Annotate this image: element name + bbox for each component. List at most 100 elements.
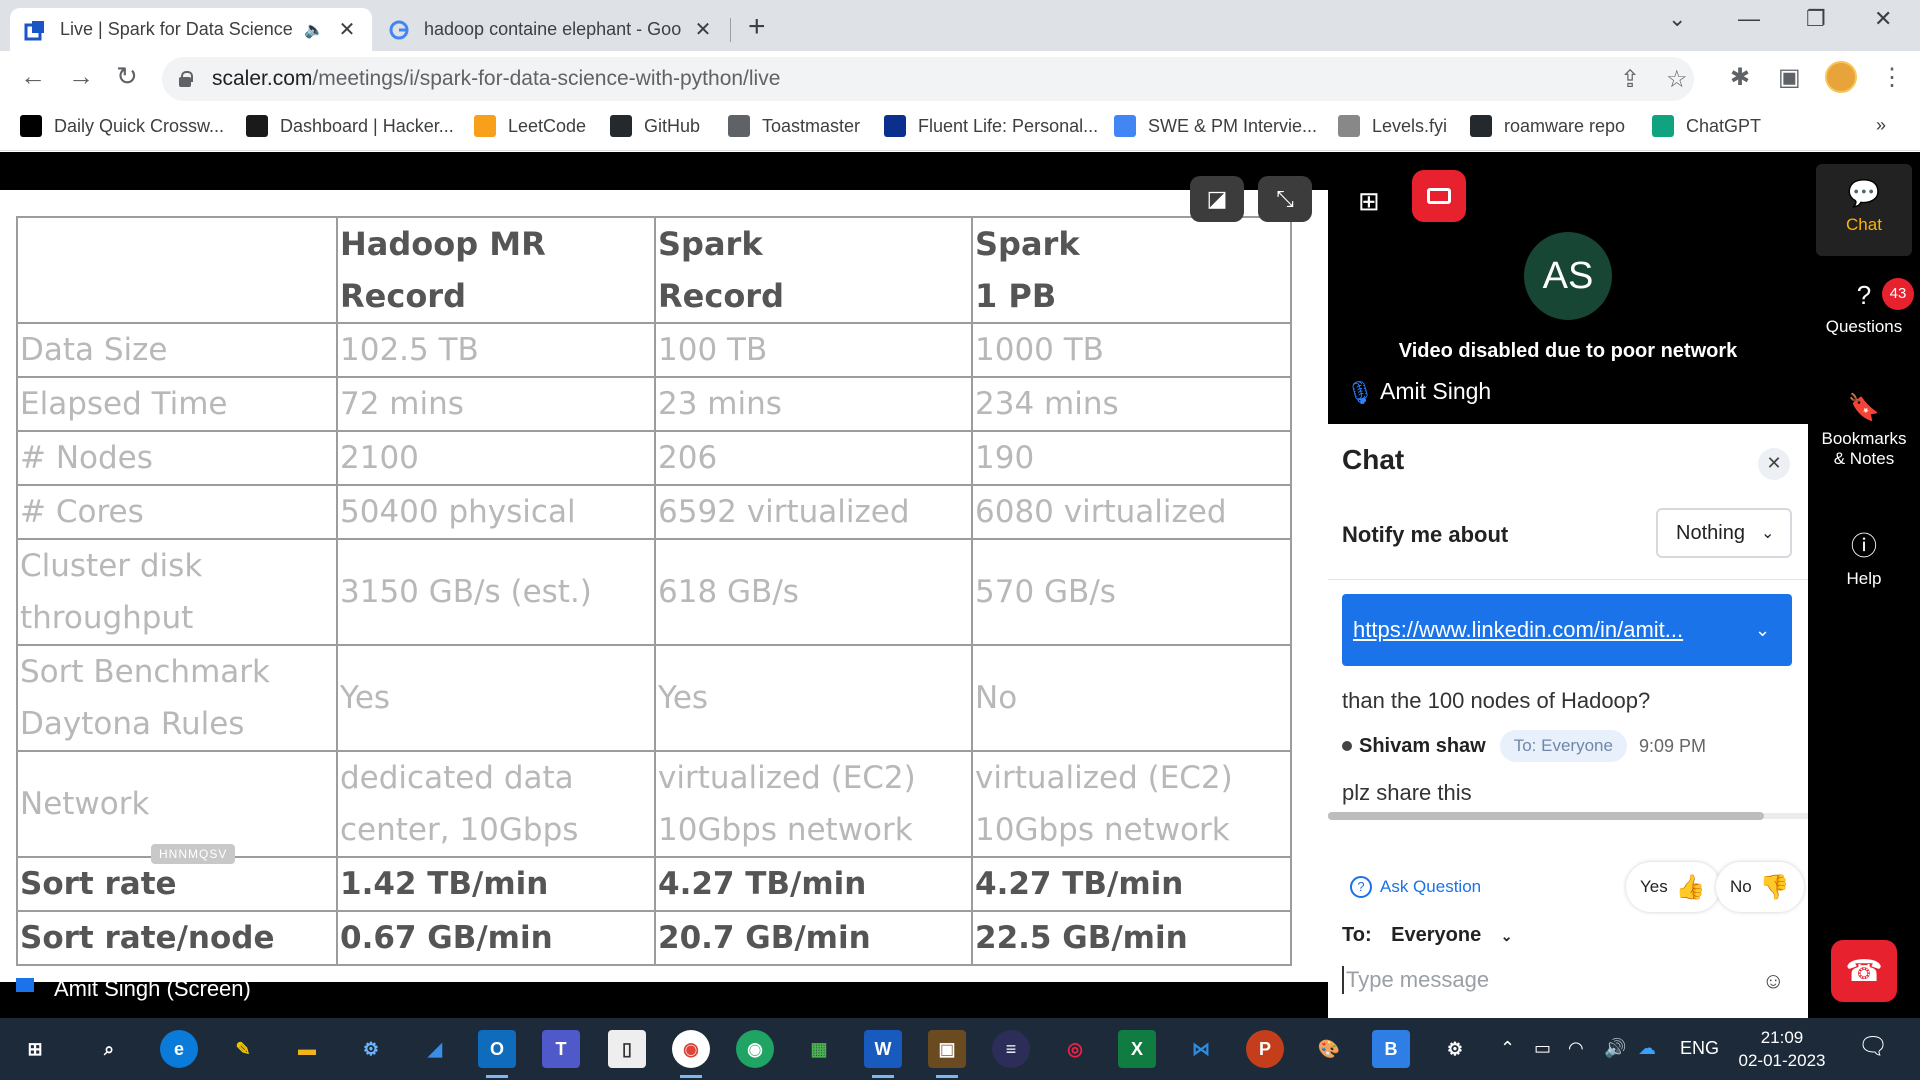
bookmark-item[interactable]: SWE & PM Intervie... [1114,115,1317,137]
message-input[interactable]: Type message [1342,966,1792,994]
close-window-icon[interactable]: ✕ [1874,6,1892,32]
new-tab-icon[interactable]: + [748,10,766,44]
bookmark-item[interactable]: Toastmaster [728,115,860,137]
grid-layout-icon[interactable]: ⊞ [1358,186,1380,217]
excel-icon[interactable]: X [1118,1030,1156,1068]
profile-avatar[interactable] [1825,61,1857,93]
presenter-badge-icon [16,978,34,992]
emoji-icon[interactable]: ☺ [1762,968,1784,994]
bookmark-star-icon[interactable]: ☆ [1666,65,1688,94]
minimize-icon[interactable]: — [1738,6,1760,32]
horizontal-scrollbar[interactable] [1328,812,1764,820]
table-row: # Cores 50400 physical 6592 virtualized 608… [16,484,1292,540]
settings-gear-icon[interactable]: ⚙ [1436,1030,1474,1068]
app-red-icon[interactable]: ◎ [1056,1030,1094,1068]
notify-select[interactable]: Nothing ⌄ [1656,508,1792,558]
eclipse-icon[interactable]: ≡ [992,1030,1030,1068]
speaker-icon[interactable]: 🔈 [304,20,324,40]
tray-chevron-icon[interactable]: ⌃ [1500,1038,1515,1059]
rail-chat-label: Chat [1846,215,1882,234]
bookmark-item[interactable]: Daily Quick Crossw... [20,115,224,137]
powerpoint-icon[interactable]: P [1246,1030,1284,1068]
rail-chat[interactable]: 💬 Chat [1816,164,1912,256]
bookmark-item[interactable]: ChatGPT [1652,115,1761,137]
react-yes-button[interactable]: Yes 👍 [1626,862,1720,912]
camera-toggle-button[interactable] [1412,170,1466,222]
lock-icon[interactable] [178,71,193,87]
onedrive-icon[interactable]: ☁ [1638,1038,1656,1059]
tab-close-icon[interactable]: ✕ [692,17,714,42]
tab-scaler-live[interactable]: Live | Spark for Data Science 🔈 ✕ [10,8,372,51]
recipient-select[interactable]: To: Everyone ⌄ [1342,924,1513,947]
network-tool-icon[interactable]: ⚙ [352,1030,390,1068]
vscode-icon[interactable]: ⋈ [1182,1030,1220,1068]
language-indicator[interactable]: ENG [1680,1038,1719,1059]
bookmark-item[interactable]: Dashboard | Hacker... [246,115,454,137]
extensions-icon[interactable]: ✱ [1730,63,1750,92]
share-icon[interactable]: ⇪ [1620,65,1640,94]
back-icon[interactable]: ← [20,61,46,92]
rail-help-label: Help [1846,569,1882,588]
battery-icon[interactable]: ▭ [1534,1038,1551,1059]
chrome-icon[interactable]: ◉ [672,1030,710,1078]
ask-question-button[interactable]: ? Ask Question [1350,876,1481,898]
rail-bookmarks[interactable]: 🔖 Bookmarks & Notes [1816,392,1912,469]
screen-share-label: Amit Singh (Screen) [54,976,251,1001]
outlook-icon[interactable]: O [478,1030,516,1078]
wifi-icon[interactable]: ◠ [1568,1038,1584,1059]
side-panel-icon[interactable]: ▣ [1778,63,1801,92]
table-cell: 100 TB [654,322,973,378]
word-icon[interactable]: W [864,1030,902,1078]
address-bar[interactable]: scaler.com/meetings/i/spark-for-data-sci… [162,57,1694,101]
bookmark-item[interactable]: Levels.fyi [1338,115,1447,137]
bookmarks-overflow-icon[interactable]: » [1876,115,1886,136]
collapse-icon[interactable]: ⤡ [1258,176,1312,222]
react-no-button[interactable]: No 👎 [1716,862,1804,912]
restore-icon[interactable]: ❐ [1806,6,1826,32]
paint-icon[interactable]: 🎨 [1310,1030,1348,1068]
video-off-icon[interactable]: ◪ [1190,176,1244,222]
search-icon[interactable]: ⌕ [90,1030,128,1068]
screen-share-stage: Hadoop MR Record Spark Record Spark 1 PB Da… [0,152,1328,1018]
bookmark-label: roamware repo [1504,115,1626,136]
edge-icon[interactable]: e [160,1030,198,1068]
tab-google-search[interactable]: hadoop containe elephant - Goo ✕ [374,8,728,51]
hang-up-button[interactable]: ☎ [1831,940,1897,1002]
reload-icon[interactable]: ↻ [116,61,138,92]
pinned-link[interactable]: https://www.linkedin.com/in/amit... [1353,617,1733,643]
bookmark-item[interactable]: GitHub [610,115,700,137]
flag-icon [884,115,906,137]
file-explorer-icon[interactable]: ▬ [288,1030,326,1068]
windows-start-icon[interactable]: ⊞ [16,1030,54,1068]
chat-close-icon[interactable]: ✕ [1758,448,1790,480]
b-app-icon[interactable]: B [1372,1030,1410,1068]
bookmark-icon: 🔖 [1847,392,1881,422]
bookmark-item[interactable]: Fluent Life: Personal... [884,115,1098,137]
bookmarks-bar: Daily Quick Crossw... Dashboard | Hacker.… [0,107,1920,151]
system-clock[interactable]: 21:09 02-01-2023 [1734,1026,1830,1072]
app-icon[interactable]: ✎ [224,1030,262,1068]
image-editor-icon[interactable]: ▦ [800,1030,838,1068]
notifications-icon[interactable]: 🗨 [1858,1032,1888,1061]
menu-kebab-icon[interactable]: ⋮ [1880,63,1904,92]
sharkfin-icon[interactable]: ◢ [416,1030,454,1068]
bookmark-label: Daily Quick Crossw... [54,115,225,136]
bookmark-item[interactable]: LeetCode [474,115,586,137]
volume-icon[interactable]: 🔊 [1604,1038,1626,1059]
chrome-profile-icon[interactable]: ◉ [736,1030,774,1068]
table-row: Sort rate 1.42 TB/min 4.27 TB/min 4.27 TB/m… [16,856,1292,912]
notify-value: Nothing [1676,521,1745,544]
pinned-message[interactable]: https://www.linkedin.com/in/amit... ⌄ [1342,594,1792,666]
rail-questions-label: Questions [1825,317,1903,336]
rail-help[interactable]: ⓘ Help [1816,526,1912,589]
teams-icon[interactable]: T [542,1030,580,1068]
tools-icon[interactable]: ▣ [928,1030,966,1078]
tab-search-chevron-icon[interactable]: ⌄ [1668,6,1686,32]
bookmark-item[interactable]: roamware repo [1470,115,1625,137]
bookmark-label: Fluent Life: Personal... [918,115,1099,136]
forward-icon[interactable]: → [68,61,94,92]
tab-close-icon[interactable]: ✕ [336,17,358,42]
notepad-icon[interactable]: ▯ [608,1030,646,1068]
chevron-down-icon[interactable]: ⌄ [1755,620,1770,641]
table-row: Cluster disk throughput 3150 GB/s (est.) 6… [16,538,1292,646]
